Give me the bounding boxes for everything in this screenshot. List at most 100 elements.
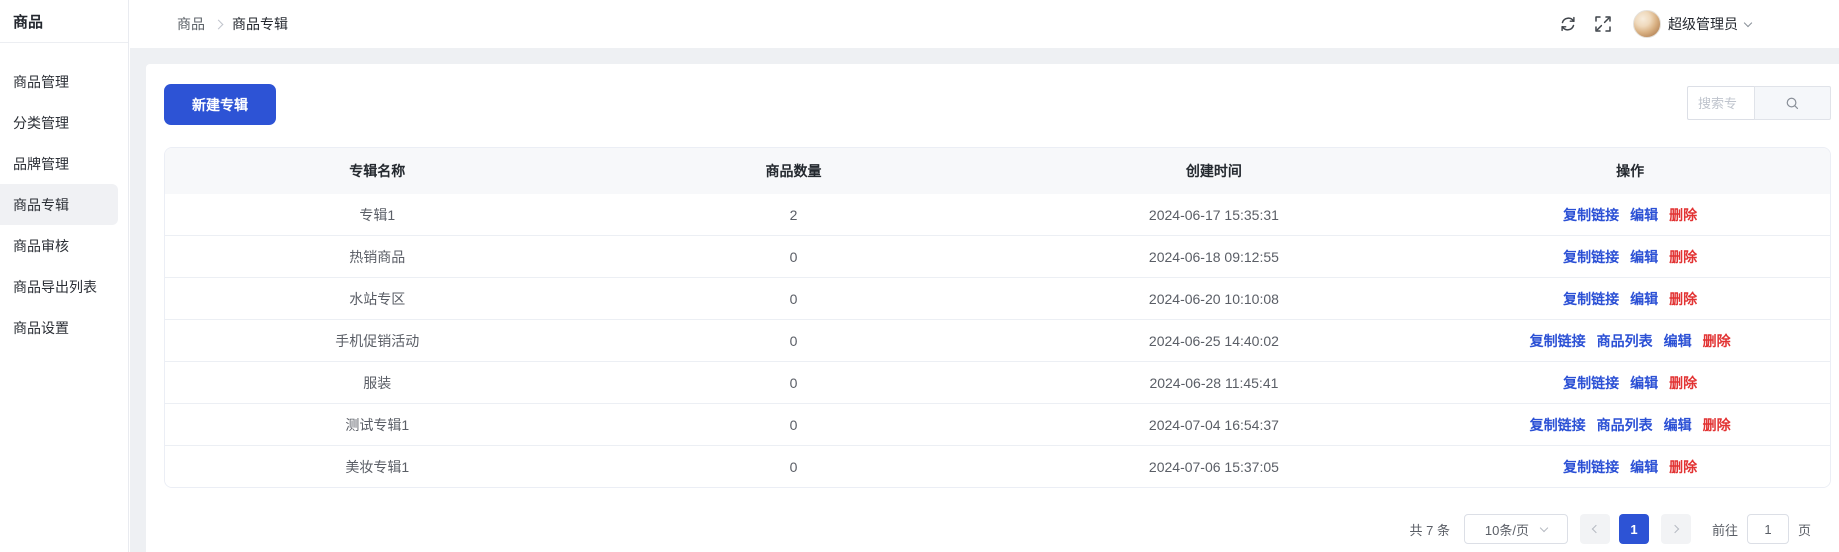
cell-count: 0 bbox=[590, 446, 998, 487]
cell-created: 2024-06-20 10:10:08 bbox=[997, 278, 1430, 319]
action-link[interactable]: 编辑 bbox=[1664, 331, 1692, 351]
action-link[interactable]: 复制链接 bbox=[1563, 457, 1619, 477]
search-icon bbox=[1785, 96, 1800, 111]
action-link[interactable]: 删除 bbox=[1669, 457, 1697, 477]
topbar: 商品 商品专辑 超级管理员 bbox=[130, 0, 1839, 48]
sidebar-item-1[interactable]: 分类管理 bbox=[0, 102, 128, 143]
action-link[interactable]: 复制链接 bbox=[1563, 373, 1619, 393]
cell-actions: 复制链接编辑删除 bbox=[1430, 278, 1830, 319]
sidebar-menu: 商品管理分类管理品牌管理商品专辑商品审核商品导出列表商品设置 bbox=[0, 43, 128, 348]
goto-page-input[interactable] bbox=[1747, 514, 1789, 544]
action-link[interactable]: 编辑 bbox=[1630, 457, 1658, 477]
search-input[interactable] bbox=[1687, 86, 1754, 120]
app: 商品 商品管理分类管理品牌管理商品专辑商品审核商品导出列表商品设置 商品 商品专… bbox=[0, 0, 1839, 552]
page-size-select[interactable]: 10条/页 bbox=[1464, 514, 1568, 544]
breadcrumb-item-albums: 商品专辑 bbox=[232, 14, 288, 34]
column-header: 操作 bbox=[1430, 148, 1830, 194]
cell-created: 2024-06-17 15:35:31 bbox=[997, 194, 1430, 235]
action-link[interactable]: 删除 bbox=[1669, 247, 1697, 267]
column-header: 创建时间 bbox=[997, 148, 1430, 194]
pagination: 共 7 条 10条/页 1 前往 页 bbox=[164, 514, 1831, 544]
cell-count: 0 bbox=[590, 404, 998, 445]
action-link[interactable]: 复制链接 bbox=[1563, 205, 1619, 225]
chevron-right-icon bbox=[1671, 525, 1679, 533]
page-size-value: 10条/页 bbox=[1485, 520, 1529, 539]
breadcrumb-item-products[interactable]: 商品 bbox=[177, 14, 205, 34]
action-link[interactable]: 删除 bbox=[1703, 415, 1731, 435]
action-link[interactable]: 删除 bbox=[1669, 289, 1697, 309]
action-link[interactable]: 编辑 bbox=[1630, 373, 1658, 393]
toolbar: 新建专辑 bbox=[164, 84, 1831, 125]
breadcrumb: 商品 商品专辑 bbox=[130, 14, 288, 34]
sidebar-item-label: 商品设置 bbox=[13, 318, 69, 338]
table-body: 专辑122024-06-17 15:35:31复制链接编辑删除热销商品02024… bbox=[165, 194, 1830, 487]
cell-created: 2024-07-06 15:37:05 bbox=[997, 446, 1430, 487]
cell-actions: 复制链接编辑删除 bbox=[1430, 362, 1830, 403]
sidebar-item-0[interactable]: 商品管理 bbox=[0, 61, 128, 102]
cell-actions: 复制链接编辑删除 bbox=[1430, 446, 1830, 487]
action-link[interactable]: 复制链接 bbox=[1530, 415, 1586, 435]
action-link[interactable]: 编辑 bbox=[1630, 205, 1658, 225]
chevron-down-icon bbox=[1540, 523, 1548, 531]
content-area: 新建专辑 专辑名称商品数量创建时间操作 专辑122024-06-17 15:35… bbox=[130, 48, 1839, 552]
action-link[interactable]: 商品列表 bbox=[1597, 415, 1653, 435]
user-name: 超级管理员 bbox=[1668, 14, 1738, 34]
sidebar: 商品 商品管理分类管理品牌管理商品专辑商品审核商品导出列表商品设置 bbox=[0, 0, 129, 552]
table-row: 手机促销活动02024-06-25 14:40:02复制链接商品列表编辑删除 bbox=[165, 319, 1830, 361]
sidebar-item-3[interactable]: 商品专辑 bbox=[0, 184, 118, 225]
page-number-button[interactable]: 1 bbox=[1619, 514, 1649, 544]
sidebar-item-5[interactable]: 商品导出列表 bbox=[0, 266, 128, 307]
cell-actions: 复制链接商品列表编辑删除 bbox=[1430, 320, 1830, 361]
sidebar-item-label: 品牌管理 bbox=[13, 154, 69, 174]
user-menu[interactable]: 超级管理员 bbox=[1629, 10, 1751, 38]
cell-created: 2024-06-25 14:40:02 bbox=[997, 320, 1430, 361]
sidebar-item-label: 商品专辑 bbox=[13, 195, 69, 215]
action-link[interactable]: 复制链接 bbox=[1563, 289, 1619, 309]
action-link[interactable]: 删除 bbox=[1669, 373, 1697, 393]
cell-actions: 复制链接编辑删除 bbox=[1430, 194, 1830, 235]
fullscreen-icon[interactable] bbox=[1594, 15, 1612, 33]
cell-name: 手机促销活动 bbox=[165, 320, 590, 361]
action-link[interactable]: 删除 bbox=[1703, 331, 1731, 351]
search-button[interactable] bbox=[1754, 86, 1831, 120]
sidebar-item-4[interactable]: 商品审核 bbox=[0, 225, 128, 266]
avatar[interactable] bbox=[1633, 10, 1661, 38]
table-row: 热销商品02024-06-18 09:12:55复制链接编辑删除 bbox=[165, 235, 1830, 277]
action-link[interactable]: 复制链接 bbox=[1563, 247, 1619, 267]
table-row: 水站专区02024-06-20 10:10:08复制链接编辑删除 bbox=[165, 277, 1830, 319]
action-link[interactable]: 复制链接 bbox=[1530, 331, 1586, 351]
prev-page-button[interactable] bbox=[1580, 514, 1610, 544]
cell-count: 0 bbox=[590, 236, 998, 277]
topbar-right: 超级管理员 bbox=[1559, 10, 1839, 38]
table-row: 美妆专辑102024-07-06 15:37:05复制链接编辑删除 bbox=[165, 445, 1830, 487]
cell-count: 2 bbox=[590, 194, 998, 235]
action-link[interactable]: 编辑 bbox=[1630, 289, 1658, 309]
action-link[interactable]: 删除 bbox=[1669, 205, 1697, 225]
cell-created: 2024-06-28 11:45:41 bbox=[997, 362, 1430, 403]
cell-name: 热销商品 bbox=[165, 236, 590, 277]
sidebar-item-label: 商品导出列表 bbox=[13, 277, 97, 297]
content-card: 新建专辑 专辑名称商品数量创建时间操作 专辑122024-06-17 15:35… bbox=[146, 64, 1839, 552]
cell-name: 服装 bbox=[165, 362, 590, 403]
column-header: 专辑名称 bbox=[165, 148, 590, 194]
column-header: 商品数量 bbox=[590, 148, 998, 194]
cell-created: 2024-06-18 09:12:55 bbox=[997, 236, 1430, 277]
cell-count: 0 bbox=[590, 320, 998, 361]
refresh-icon[interactable] bbox=[1559, 15, 1577, 33]
sidebar-item-6[interactable]: 商品设置 bbox=[0, 307, 128, 348]
pagination-total: 共 7 条 bbox=[1410, 520, 1450, 539]
cell-name: 专辑1 bbox=[165, 194, 590, 235]
chevron-down-icon bbox=[1744, 18, 1752, 26]
cell-created: 2024-07-04 16:54:37 bbox=[997, 404, 1430, 445]
cell-name: 美妆专辑1 bbox=[165, 446, 590, 487]
action-link[interactable]: 编辑 bbox=[1664, 415, 1692, 435]
create-album-button[interactable]: 新建专辑 bbox=[164, 84, 276, 125]
action-link[interactable]: 编辑 bbox=[1630, 247, 1658, 267]
sidebar-item-label: 商品审核 bbox=[13, 236, 69, 256]
table-row: 测试专辑102024-07-04 16:54:37复制链接商品列表编辑删除 bbox=[165, 403, 1830, 445]
cell-actions: 复制链接编辑删除 bbox=[1430, 236, 1830, 277]
breadcrumb-separator-icon bbox=[214, 20, 224, 30]
next-page-button[interactable] bbox=[1661, 514, 1691, 544]
action-link[interactable]: 商品列表 bbox=[1597, 331, 1653, 351]
sidebar-item-2[interactable]: 品牌管理 bbox=[0, 143, 128, 184]
